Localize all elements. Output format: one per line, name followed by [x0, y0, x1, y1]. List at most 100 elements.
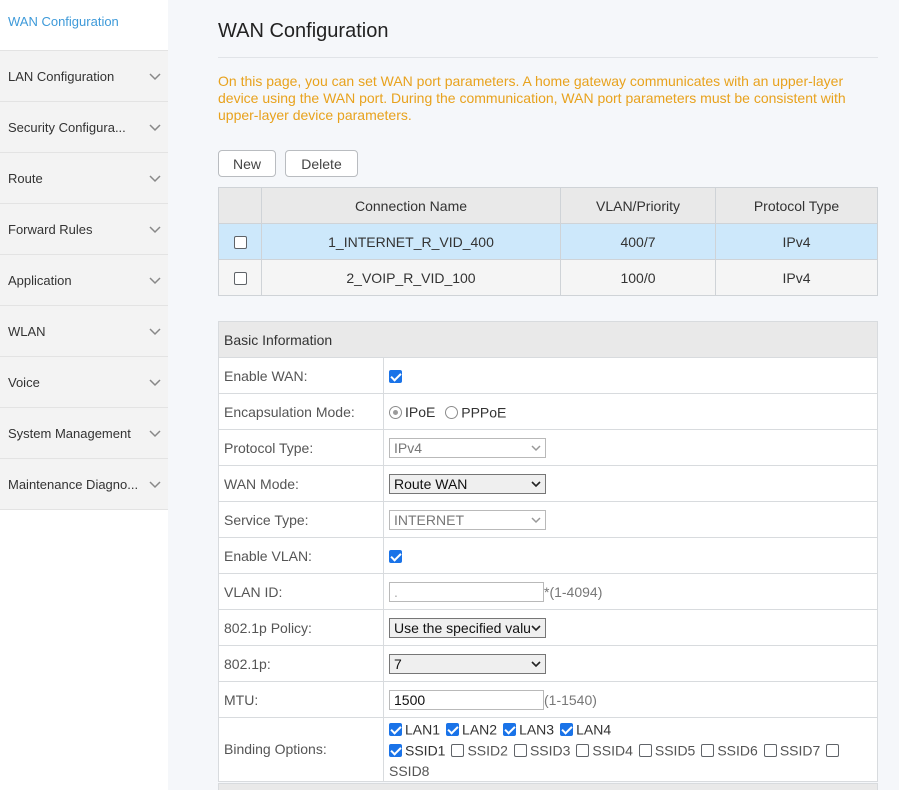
- pppoe-radio[interactable]: [445, 405, 459, 419]
- section-title: Basic Information: [218, 321, 878, 358]
- binding-checkbox[interactable]: [576, 744, 590, 758]
- binding-option-ssid5[interactable]: SSID5: [638, 739, 695, 760]
- wan-mode-selected: Route WAN: [394, 475, 468, 492]
- binding-checkbox[interactable]: [763, 744, 777, 758]
- dropdown-arrow-icon: [531, 480, 541, 487]
- table-row[interactable]: 1_INTERNET_R_VID_400 400/7 IPv4: [218, 223, 878, 260]
- sidebar-item-wan-configuration[interactable]: WAN Configuration: [0, 0, 168, 51]
- service-type-select[interactable]: INTERNET: [389, 509, 546, 530]
- binding-option-ssid4[interactable]: SSID4: [576, 739, 633, 760]
- binding-label: LAN1: [405, 721, 441, 738]
- sidebar: WAN Configuration LAN Configuration Secu…: [0, 0, 168, 790]
- sidebar-item-label: Voice: [8, 374, 40, 390]
- form-row-enable-wan: Enable WAN:: [218, 357, 878, 394]
- enable-wan-label: Enable WAN:: [218, 357, 384, 394]
- binding-label: LAN2: [462, 721, 498, 738]
- binding-option-lan1[interactable]: LAN1: [389, 718, 440, 739]
- binding-checkbox[interactable]: [826, 744, 840, 758]
- binding-checkbox[interactable]: [451, 744, 465, 758]
- binding-option-ssid2[interactable]: SSID2: [451, 739, 508, 760]
- binding-option-ssid7[interactable]: SSID7: [763, 739, 820, 760]
- form-row-8021p: 802.1p: 7: [218, 645, 878, 682]
- sidebar-item-security-configuration[interactable]: Security Configura...: [0, 102, 168, 153]
- binding-checkbox[interactable]: [560, 722, 574, 736]
- form-row-encapsulation: Encapsulation Mode: IPoE PPPoE: [218, 393, 878, 430]
- binding-checkbox[interactable]: [446, 722, 460, 736]
- row-select-cell: [218, 259, 262, 296]
- service-type-label: Service Type:: [218, 501, 384, 538]
- enable-vlan-value: [383, 537, 878, 574]
- binding-checkbox[interactable]: [513, 744, 527, 758]
- binding-option-lan2[interactable]: LAN2: [446, 718, 497, 739]
- wan-connection-table: Connection Name VLAN/Priority Protocol T…: [218, 187, 878, 296]
- page-description: On this page, you can set WAN port param…: [218, 73, 846, 123]
- title-divider: [218, 57, 878, 58]
- enable-wan-checkbox[interactable]: [389, 370, 402, 384]
- row-checkbox[interactable]: [233, 272, 247, 286]
- new-button[interactable]: New: [218, 150, 276, 177]
- binding-option-lan4[interactable]: LAN4: [560, 718, 611, 739]
- next-section-header: [218, 783, 878, 790]
- vlan-id-hint: *(1-4094): [544, 583, 603, 600]
- dropdown-arrow-icon: [531, 516, 541, 523]
- enable-vlan-checkbox[interactable]: [389, 550, 402, 564]
- row-checkbox[interactable]: [233, 236, 247, 250]
- form-row-vlan-id: VLAN ID: . *(1-4094): [218, 573, 878, 610]
- binding-option-ssid8-checkbox[interactable]: [826, 739, 842, 759]
- protocol-type-label: Protocol Type:: [218, 429, 384, 466]
- protocol-type-select[interactable]: IPv4: [389, 437, 546, 458]
- table-header-row: Connection Name VLAN/Priority Protocol T…: [218, 187, 878, 224]
- binding-checkbox[interactable]: [503, 722, 517, 736]
- sidebar-item-label: WAN Configuration: [8, 13, 119, 29]
- select-column-header: [218, 187, 262, 224]
- wan-mode-value: Route WAN: [383, 465, 878, 502]
- sidebar-item-route[interactable]: Route: [0, 153, 168, 204]
- sidebar-item-maintenance-diagnosis[interactable]: Maintenance Diagno...: [0, 459, 168, 510]
- mtu-value: 1500 (1-1540): [383, 681, 878, 718]
- sidebar-item-label: Route: [8, 170, 43, 186]
- mtu-label: MTU:: [218, 681, 384, 718]
- 8021p-selected: 7: [394, 655, 402, 672]
- sidebar-item-label: Maintenance Diagno...: [8, 476, 139, 492]
- table-row[interactable]: 2_VOIP_R_VID_100 100/0 IPv4: [218, 259, 878, 296]
- mtu-input[interactable]: 1500: [389, 689, 544, 710]
- vlan-priority-cell: 100/0: [560, 259, 716, 296]
- vlan-id-input[interactable]: .: [389, 581, 544, 602]
- wan-mode-select[interactable]: Route WAN: [389, 473, 546, 494]
- connection-name-cell[interactable]: 1_INTERNET_R_VID_400: [261, 223, 561, 260]
- binding-option-ssid6[interactable]: SSID6: [701, 739, 758, 760]
- form-row-8021p-policy: 802.1p Policy: Use the specified valu: [218, 609, 878, 646]
- 8021p-label: 802.1p:: [218, 645, 384, 682]
- sidebar-item-lan-configuration[interactable]: LAN Configuration: [0, 51, 168, 102]
- 8021p-value: 7: [383, 645, 878, 682]
- binding-label: SSID1: [405, 742, 446, 759]
- 8021p-policy-select[interactable]: Use the specified valu: [389, 617, 546, 638]
- connection-name-cell[interactable]: 2_VOIP_R_VID_100: [261, 259, 561, 296]
- column-header-connection-name: Connection Name: [261, 187, 561, 224]
- delete-button[interactable]: Delete: [285, 150, 358, 177]
- binding-checkbox[interactable]: [701, 744, 715, 758]
- form-row-mtu: MTU: 1500 (1-1540): [218, 681, 878, 718]
- binding-option-ssid1[interactable]: SSID1: [389, 739, 445, 760]
- sidebar-item-wlan[interactable]: WLAN: [0, 306, 168, 357]
- binding-options-label: Binding Options:: [218, 717, 384, 782]
- form-row-service-type: Service Type: INTERNET: [218, 501, 878, 538]
- binding-checkbox[interactable]: [389, 744, 402, 758]
- enable-vlan-label: Enable VLAN:: [218, 537, 384, 574]
- sidebar-item-application[interactable]: Application: [0, 255, 168, 306]
- binding-checkbox[interactable]: [638, 744, 652, 758]
- binding-option-lan3[interactable]: LAN3: [503, 718, 554, 739]
- protocol-type-cell: IPv4: [715, 223, 878, 260]
- sidebar-item-forward-rules[interactable]: Forward Rules: [0, 204, 168, 255]
- form-row-enable-vlan: Enable VLAN:: [218, 537, 878, 574]
- sidebar-item-system-management[interactable]: System Management: [0, 408, 168, 459]
- binding-options-value: LAN1 LAN2 LAN3 LAN4 SSID1 SSID2 SSID3 SSID4 SSI…: [383, 717, 878, 782]
- 8021p-select[interactable]: 7: [389, 653, 546, 674]
- form-row-binding-options: Binding Options: LAN1 LAN2 LAN3 LAN4 SSID1 S…: [218, 717, 878, 782]
- binding-checkbox[interactable]: [389, 722, 402, 736]
- encapsulation-mode-label: Encapsulation Mode:: [218, 393, 384, 430]
- binding-option-ssid3[interactable]: SSID3: [513, 739, 570, 760]
- ipoe-radio[interactable]: [389, 405, 402, 419]
- protocol-type-selected: IPv4: [394, 439, 423, 456]
- sidebar-item-voice[interactable]: Voice: [0, 357, 168, 408]
